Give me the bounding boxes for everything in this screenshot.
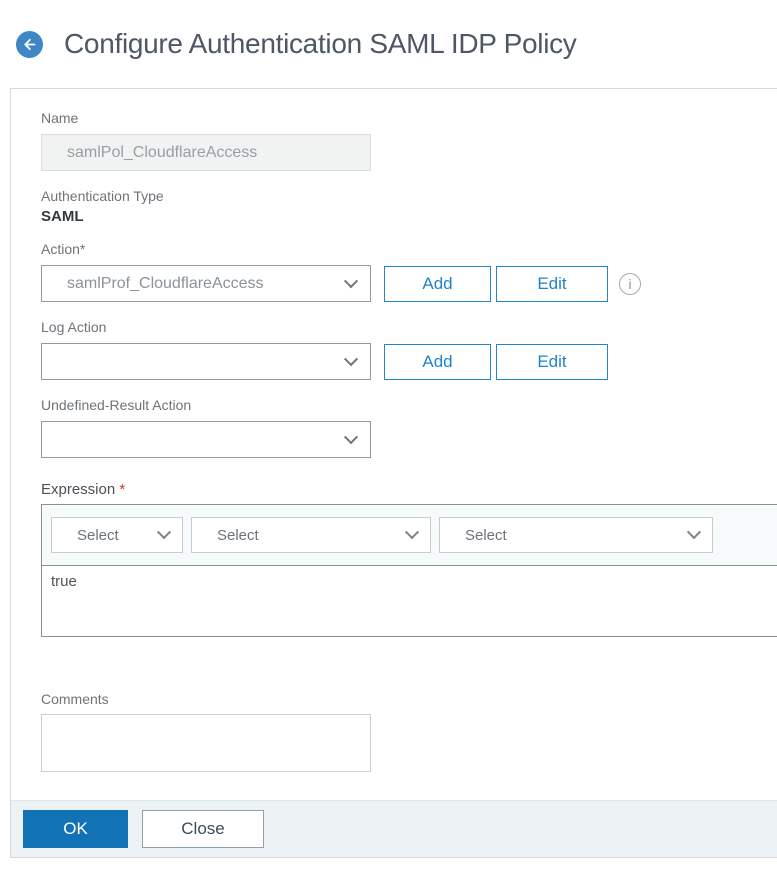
log-action-add-button[interactable]: Add <box>384 343 491 380</box>
expression-select-1[interactable]: Select <box>51 517 183 553</box>
action-select-value: samlProf_CloudflareAccess <box>67 274 264 292</box>
expression-editor[interactable]: true <box>42 566 777 636</box>
chevron-down-icon <box>343 429 359 444</box>
name-label: Name <box>41 110 79 126</box>
action-required-mark: * <box>79 241 86 257</box>
form-body: Name samlPol_CloudflareAccess Authentica… <box>11 89 777 800</box>
chevron-down-icon <box>404 525 420 540</box>
comments-textarea[interactable] <box>41 714 371 772</box>
name-value: samlPol_CloudflareAccess <box>67 143 258 161</box>
expression-select-2[interactable]: Select <box>191 517 431 553</box>
log-action-select[interactable] <box>41 343 371 380</box>
name-input: samlPol_CloudflareAccess <box>41 134 371 171</box>
form-panel: Name samlPol_CloudflareAccess Authentica… <box>10 88 777 858</box>
expression-label: Expression * <box>41 481 126 498</box>
undefined-result-action-label: Undefined-Result Action <box>41 397 192 413</box>
auth-type-value: SAML <box>41 208 84 225</box>
action-label: Action* <box>41 241 86 257</box>
auth-type-label: Authentication Type <box>41 188 164 204</box>
chevron-down-icon <box>343 351 359 366</box>
page-title: Configure Authentication SAML IDP Policy <box>64 28 577 59</box>
chevron-down-icon <box>343 273 359 288</box>
arrow-left-icon <box>21 36 38 53</box>
comments-label: Comments <box>41 691 109 707</box>
action-select[interactable]: samlProf_CloudflareAccess <box>41 265 371 302</box>
expression-select-2-placeholder: Select <box>217 526 259 544</box>
expression-toolbar: Select Select Select <box>42 505 777 566</box>
expression-select-1-placeholder: Select <box>77 526 119 544</box>
undefined-result-action-select[interactable] <box>41 421 371 458</box>
log-action-label: Log Action <box>41 319 107 335</box>
action-add-button[interactable]: Add <box>384 265 491 302</box>
ok-button[interactable]: OK <box>23 810 128 848</box>
page-header: Configure Authentication SAML IDP Policy <box>0 0 777 88</box>
action-edit-button[interactable]: Edit <box>496 265 608 302</box>
back-button[interactable] <box>16 30 43 58</box>
log-action-edit-button[interactable]: Edit <box>496 343 608 380</box>
info-icon[interactable]: i <box>619 272 641 295</box>
chevron-down-icon <box>156 525 172 540</box>
close-button[interactable]: Close <box>142 810 264 848</box>
expression-select-3[interactable]: Select <box>439 517 713 553</box>
form-footer: OK Close <box>11 800 777 857</box>
chevron-down-icon <box>686 525 702 540</box>
expression-select-3-placeholder: Select <box>465 526 507 544</box>
expression-builder: Select Select Select true <box>41 504 777 637</box>
required-asterisk: * <box>119 481 126 498</box>
